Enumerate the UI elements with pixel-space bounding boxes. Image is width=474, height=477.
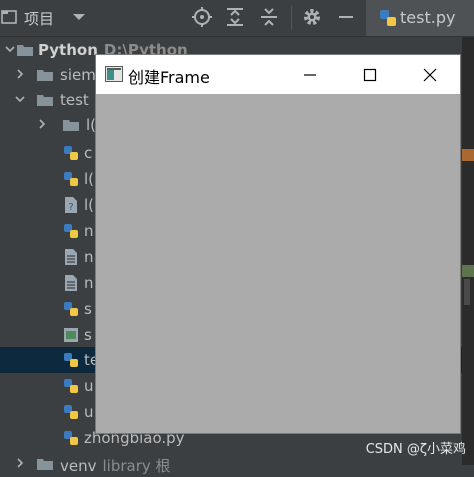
editor-tab-label: test.py <box>400 8 456 27</box>
close-icon <box>423 68 437 82</box>
chevron-right-icon[interactable] <box>14 68 26 80</box>
project-view-icon[interactable] <box>1 8 19 26</box>
python-file-icon <box>64 431 78 445</box>
python-file-icon <box>380 10 396 26</box>
svg-text:?: ? <box>68 202 73 213</box>
minimize-button[interactable] <box>282 55 338 94</box>
minimize-panel-icon[interactable] <box>335 6 357 28</box>
text-file-icon <box>65 275 77 291</box>
csdn-watermark: CSDN @ζ小菜鸡 <box>365 442 466 457</box>
tree-item-label: u <box>84 403 94 421</box>
minimize-icon <box>304 74 316 76</box>
folder-icon <box>37 95 53 106</box>
frame-title: 创建Frame <box>128 68 210 87</box>
folder-icon <box>17 45 33 56</box>
editor-scrollbar[interactable] <box>464 279 470 305</box>
image-file-icon <box>64 328 78 342</box>
collapse-all-icon[interactable] <box>258 6 280 28</box>
editor-marker <box>462 265 474 277</box>
unknown-file-icon: ? <box>65 197 77 213</box>
gear-icon[interactable] <box>301 6 323 28</box>
project-view-label[interactable]: 项目 <box>24 8 54 29</box>
close-button[interactable] <box>402 55 458 94</box>
frame-titlebar[interactable]: 创建Frame <box>96 55 460 94</box>
tree-item-label: l( <box>86 116 97 134</box>
chevron-right-icon[interactable] <box>36 118 48 130</box>
python-file-icon <box>64 224 78 238</box>
tree-item-label: n <box>84 222 94 240</box>
tree-item-label: u <box>84 377 94 395</box>
folder-icon <box>37 459 53 470</box>
folder-icon <box>37 70 53 81</box>
chevron-down-icon[interactable] <box>14 93 26 105</box>
expand-all-icon[interactable] <box>224 6 246 28</box>
tree-item-sublabel: library 根 <box>102 457 171 475</box>
text-file-icon <box>65 249 77 265</box>
editor-tab-test-py[interactable]: test.py <box>366 0 474 36</box>
tree-item-label: n <box>84 274 94 292</box>
maximize-icon <box>363 68 377 82</box>
tree-item-label: l( <box>84 170 95 188</box>
python-file-icon <box>64 405 78 419</box>
frame-window[interactable]: 创建Frame <box>96 55 460 433</box>
toolbar-divider <box>291 6 292 30</box>
window-app-icon <box>105 66 123 82</box>
tree-item-label: c <box>84 144 93 162</box>
tree-item-label: venv library 根 <box>60 457 171 475</box>
editor-marker <box>462 149 474 161</box>
maximize-button[interactable] <box>342 55 398 94</box>
tree-item-label: n <box>84 248 94 266</box>
dropdown-arrow-icon[interactable] <box>68 6 90 28</box>
tree-item-label: siem <box>60 66 96 84</box>
editor-area-peek <box>462 37 474 465</box>
python-file-icon <box>64 302 78 316</box>
tree-item-label: s <box>84 300 92 318</box>
frame-client-area[interactable] <box>96 94 460 433</box>
chevron-down-icon[interactable] <box>4 43 16 55</box>
tree-item-label: l( <box>84 196 95 214</box>
python-file-icon <box>64 172 78 186</box>
locate-target-icon[interactable] <box>191 6 213 28</box>
python-file-icon <box>64 146 78 160</box>
tree-item-label: s <box>84 326 92 344</box>
chevron-right-icon[interactable] <box>14 457 26 469</box>
folder-icon <box>63 120 79 131</box>
python-file-icon <box>64 353 78 367</box>
tree-item-label: test <box>60 91 89 109</box>
python-file-icon <box>64 379 78 393</box>
